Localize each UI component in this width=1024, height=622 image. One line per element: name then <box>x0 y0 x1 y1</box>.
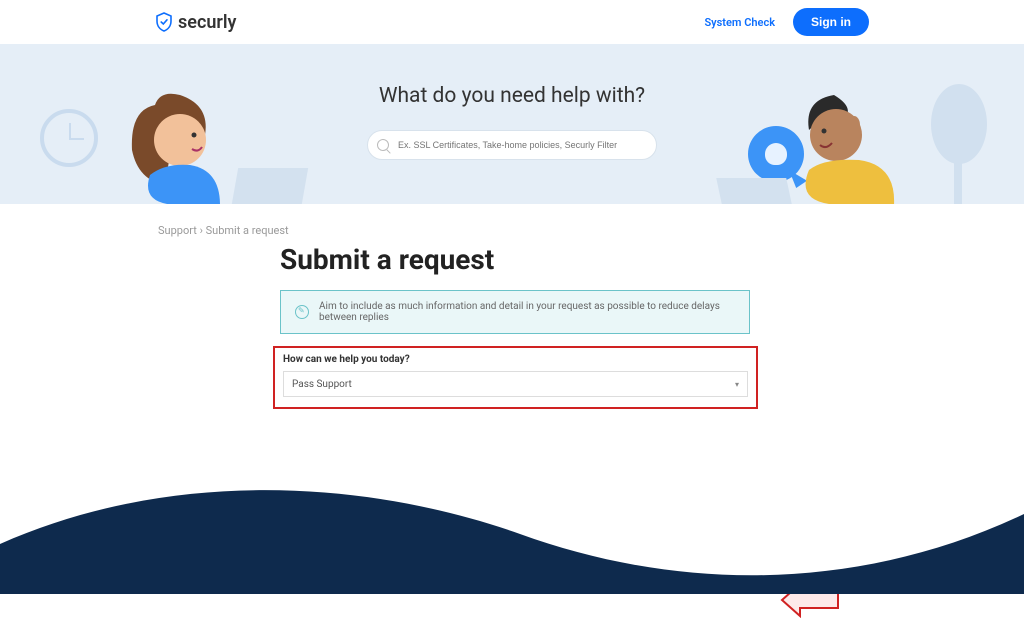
main-content: Support › Submit a request Submit a requ… <box>0 204 1024 334</box>
brand-logo[interactable]: securly <box>155 12 236 33</box>
search-field[interactable] <box>367 130 657 160</box>
tree-illustration <box>914 74 994 204</box>
laptop-right-illustration <box>716 178 792 204</box>
search-input[interactable] <box>367 130 657 160</box>
sign-in-button[interactable]: Sign in <box>793 8 869 36</box>
select-value: Pass Support <box>292 379 352 390</box>
person-left-illustration <box>110 75 240 204</box>
page-title: Submit a request <box>280 243 1024 276</box>
hero-title: What do you need help with? <box>379 84 645 108</box>
info-banner: Aim to include as much information and d… <box>280 290 750 334</box>
breadcrumb-current: Submit a request <box>206 224 289 237</box>
header-actions: System Check Sign in <box>704 8 869 36</box>
breadcrumb-separator: › <box>200 224 203 237</box>
search-icon <box>377 139 389 151</box>
header: securly System Check Sign in <box>0 0 1024 44</box>
shield-icon <box>155 12 173 32</box>
footer-wave <box>0 474 1024 594</box>
help-topic-select[interactable]: Pass Support <box>283 371 748 397</box>
info-banner-text: Aim to include as much information and d… <box>319 301 735 323</box>
hero-banner: What do you need help with? <box>0 44 1024 204</box>
laptop-left-illustration <box>232 168 308 204</box>
highlighted-form-section: How can we help you today? Pass Support <box>273 346 758 409</box>
clock-icon <box>40 109 98 167</box>
breadcrumb: Support › Submit a request <box>158 224 1024 237</box>
brand-text: securly <box>178 12 236 33</box>
system-check-link[interactable]: System Check <box>704 16 775 29</box>
pencil-icon <box>295 305 309 319</box>
question-label: How can we help you today? <box>283 354 748 365</box>
breadcrumb-root[interactable]: Support <box>158 224 197 237</box>
person-right-illustration <box>784 75 914 204</box>
